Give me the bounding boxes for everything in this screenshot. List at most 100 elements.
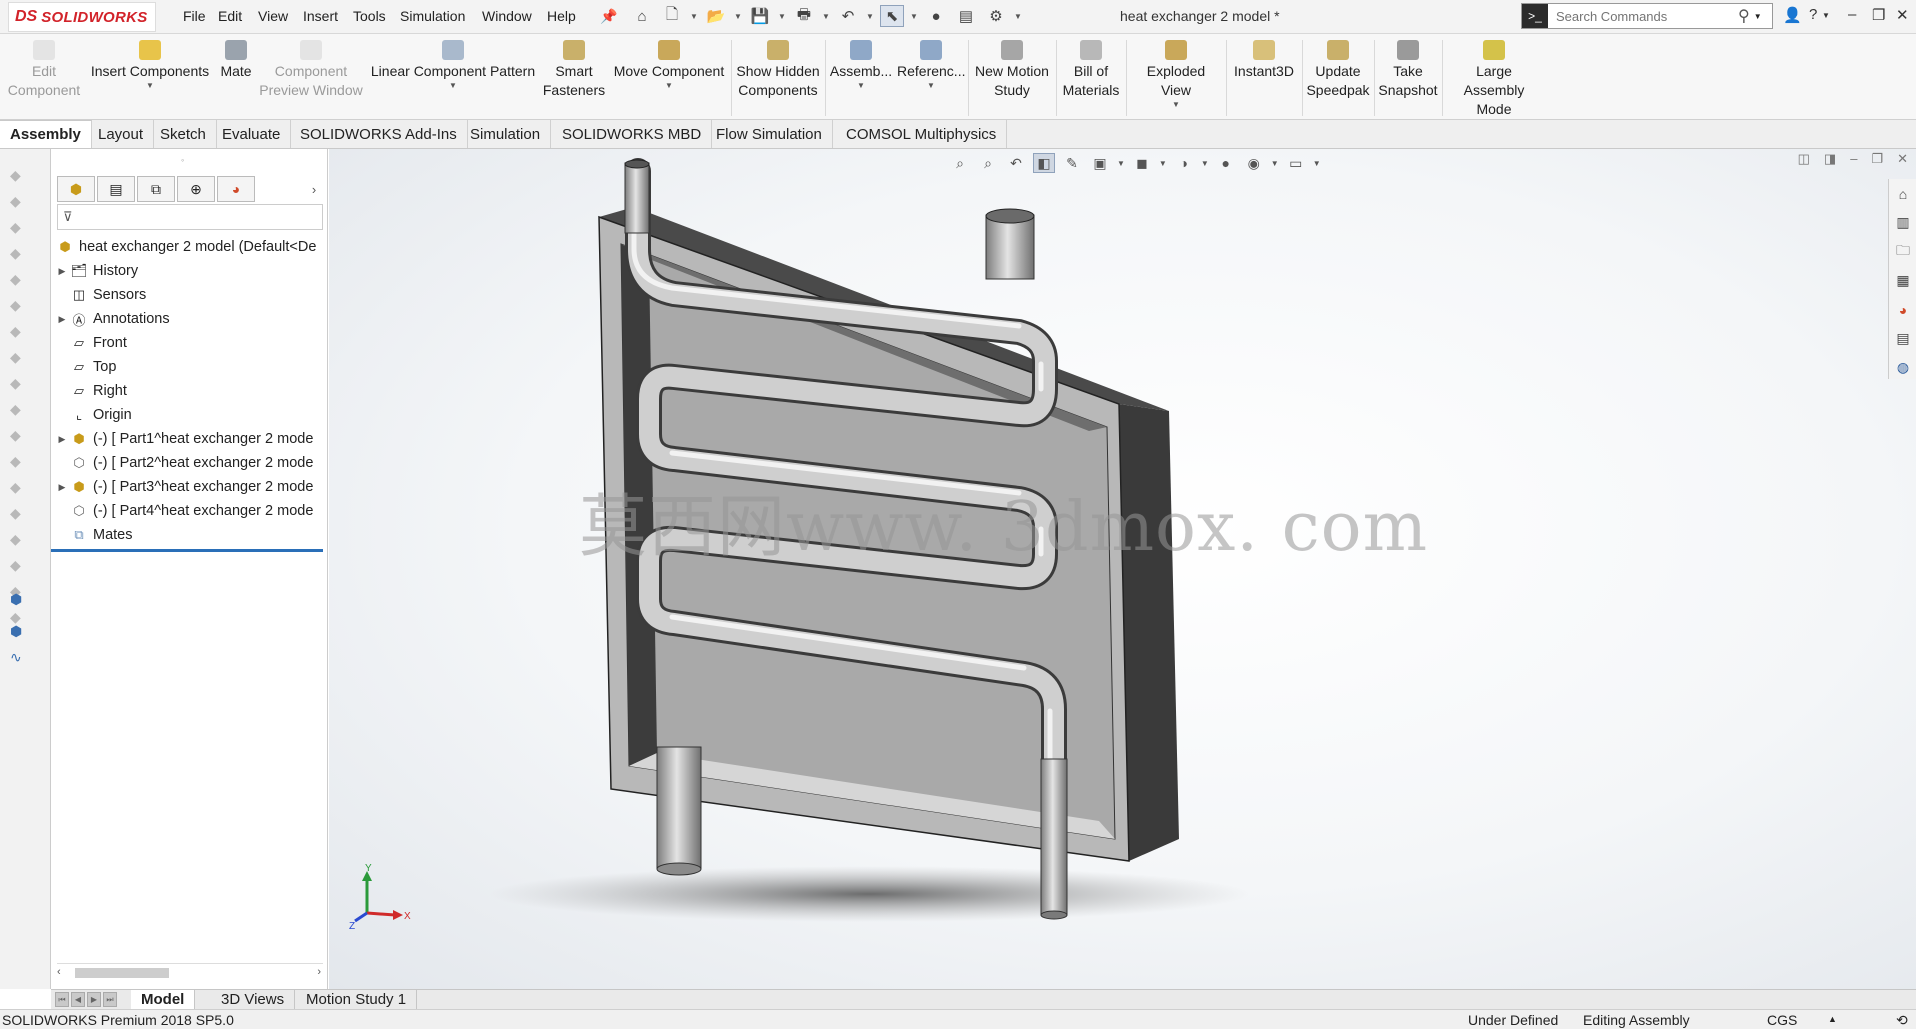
tree-item-part4[interactable]: ⬡ (-) [ Part4^heat exchanger 2 mode <box>51 499 328 523</box>
tab-flow-simulation[interactable]: Flow Simulation <box>706 120 833 148</box>
chevron-down-icon[interactable]: ▼ <box>866 12 874 21</box>
property-manager-icon[interactable]: ▤ <box>97 176 135 202</box>
chevron-down-icon[interactable]: ▼ <box>822 12 830 21</box>
undo-icon[interactable]: ↶ <box>836 5 860 27</box>
linear-component-pattern-button[interactable]: Linear Component Pattern ▼ <box>368 40 538 91</box>
tool-icon[interactable]: ◆ <box>10 323 30 339</box>
pin-icon[interactable]: 📌 <box>600 8 617 25</box>
search-input[interactable] <box>1548 8 1738 24</box>
bill-of-materials-button[interactable]: Bill of Materials <box>1060 40 1122 100</box>
tool-icon[interactable]: ◆ <box>10 297 30 313</box>
curve-icon[interactable]: ∿ <box>10 649 30 665</box>
close-icon[interactable]: ✕ <box>1896 6 1909 24</box>
rollback-bar[interactable] <box>51 549 323 552</box>
tab-model[interactable]: Model <box>131 990 196 1009</box>
tab-solidworks-add-ins[interactable]: SOLIDWORKS Add-Ins <box>290 120 468 148</box>
tool-icon[interactable]: ◆ <box>10 375 30 391</box>
configuration-manager-icon[interactable]: ⧉ <box>137 176 175 202</box>
filter-icon[interactable]: ⊽ <box>63 209 73 225</box>
tab-layout[interactable]: Layout <box>88 120 155 148</box>
tree-item-part1[interactable]: ▶ ⬢ (-) [ Part1^heat exchanger 2 mode <box>51 427 328 451</box>
user-icon[interactable]: 👤 <box>1783 6 1802 24</box>
smart-fasteners-button[interactable]: Smart Fasteners <box>542 40 606 100</box>
scroll-right-icon[interactable]: › <box>317 966 321 978</box>
reference-icon[interactable]: ⬢ <box>10 623 30 639</box>
search-commands-box[interactable]: >_ ⚲ ▼ <box>1521 3 1773 29</box>
chevron-down-icon[interactable]: ▼ <box>368 81 538 91</box>
scrollbar-thumb[interactable] <box>75 968 169 978</box>
open-folder-icon[interactable]: 📂 <box>704 5 728 27</box>
expand-arrow-icon[interactable]: ▶ <box>55 434 69 445</box>
tree-item-mates[interactable]: ⧉ Mates <box>51 523 328 547</box>
tree-item-history[interactable]: ▶ 🗂 History <box>51 259 328 283</box>
tree-item-annotations[interactable]: ▶ Ⓐ Annotations <box>51 307 328 331</box>
panel-grip-icon[interactable]: ◦ <box>181 155 184 165</box>
chevron-down-icon[interactable]: ▼ <box>829 81 893 91</box>
assembly-feature-icon[interactable]: ⬢ <box>10 591 30 607</box>
tab-simulation[interactable]: Simulation <box>460 120 552 148</box>
move-component-button[interactable]: Move Component ▼ <box>612 40 726 91</box>
tree-item-origin[interactable]: ⌞ Origin <box>51 403 328 427</box>
new-motion-study-button[interactable]: New Motion Study <box>972 40 1052 100</box>
tree-item-right-plane[interactable]: ▱ Right <box>51 379 328 403</box>
coordinate-triad[interactable]: Y X Z <box>349 863 419 933</box>
update-speedpak-button[interactable]: Update Speedpak <box>1306 40 1370 100</box>
expand-arrow-icon[interactable]: ▶ <box>55 482 69 493</box>
tool-icon[interactable]: ◆ <box>10 531 30 547</box>
tab-assembly[interactable]: Assembly <box>0 120 92 148</box>
tab-solidworks-mbd[interactable]: SOLIDWORKS MBD <box>552 120 713 148</box>
mate-button[interactable]: Mate <box>216 40 256 81</box>
dimxpert-manager-icon[interactable]: ⊕ <box>177 176 215 202</box>
component-preview-window-button[interactable]: Component Preview Window <box>258 40 364 100</box>
chevron-down-icon[interactable]: ▼ <box>1822 11 1830 20</box>
last-tab-icon[interactable]: ⏭ <box>103 992 117 1007</box>
print-icon[interactable]: 🖶 <box>792 5 816 27</box>
file-properties-icon[interactable]: ▤ <box>954 5 978 27</box>
menu-help[interactable]: Help <box>547 8 576 24</box>
chevron-down-icon[interactable]: ▼ <box>1130 100 1222 110</box>
chevron-down-icon[interactable]: ▼ <box>897 81 965 91</box>
assembly-features-button[interactable]: Assemb... ▼ <box>829 40 893 91</box>
menu-view[interactable]: View <box>258 8 288 24</box>
chevron-right-icon[interactable]: › <box>305 176 323 202</box>
new-document-icon[interactable]: 🗋 <box>660 5 684 27</box>
chevron-down-icon[interactable]: ▼ <box>88 81 212 91</box>
help-icon[interactable]: ? <box>1809 6 1817 23</box>
exploded-view-button[interactable]: Exploded View ▼ <box>1130 40 1222 110</box>
options-gear-icon[interactable]: ⚙ <box>984 5 1008 27</box>
tree-item-front-plane[interactable]: ▱ Front <box>51 331 328 355</box>
featuremanager-tree-icon[interactable]: ⬢ <box>57 176 95 202</box>
scroll-left-icon[interactable]: ‹ <box>57 966 61 978</box>
tab-evaluate[interactable]: Evaluate <box>212 120 292 148</box>
display-manager-icon[interactable]: ◕ <box>217 176 255 202</box>
expand-arrow-icon[interactable]: ▶ <box>55 266 69 277</box>
chevron-down-icon[interactable]: ▼ <box>778 12 786 21</box>
unit-system[interactable]: CGS <box>1767 1012 1797 1028</box>
next-tab-icon[interactable]: ▶ <box>87 992 101 1007</box>
search-icon[interactable]: ⚲ <box>1738 6 1750 26</box>
chevron-down-icon[interactable]: ▼ <box>734 12 742 21</box>
menu-insert[interactable]: Insert <box>303 8 338 24</box>
insert-components-button[interactable]: Insert Components ▼ <box>88 40 212 91</box>
tool-icon[interactable]: ◆ <box>10 193 30 209</box>
menu-simulation[interactable]: Simulation <box>400 8 465 24</box>
tree-item-part3[interactable]: ▶ ⬢ (-) [ Part3^heat exchanger 2 mode <box>51 475 328 499</box>
tool-icon[interactable]: ◆ <box>10 557 30 573</box>
first-tab-icon[interactable]: ⏮ <box>55 992 69 1007</box>
instant3d-button[interactable]: Instant3D <box>1230 40 1298 81</box>
tool-icon[interactable]: ◆ <box>10 349 30 365</box>
tab-sketch[interactable]: Sketch <box>150 120 217 148</box>
minimize-icon[interactable]: – <box>1848 6 1856 23</box>
menu-window[interactable]: Window <box>482 8 532 24</box>
traffic-light-icon[interactable]: ● <box>924 5 948 27</box>
tool-icon[interactable]: ◆ <box>10 479 30 495</box>
tool-icon[interactable]: ◆ <box>10 245 30 261</box>
home-icon[interactable]: ⌂ <box>630 5 654 27</box>
edit-component-button[interactable]: Edit Component <box>6 40 82 100</box>
chevron-up-icon[interactable]: ▲ <box>1828 1014 1837 1024</box>
chevron-down-icon[interactable]: ▼ <box>1754 12 1762 21</box>
save-icon[interactable]: 💾 <box>748 5 772 27</box>
tool-icon[interactable]: ◆ <box>10 167 30 183</box>
tool-icon[interactable]: ◆ <box>10 453 30 469</box>
tree-root[interactable]: ⬢ heat exchanger 2 model (Default<De <box>51 235 328 259</box>
